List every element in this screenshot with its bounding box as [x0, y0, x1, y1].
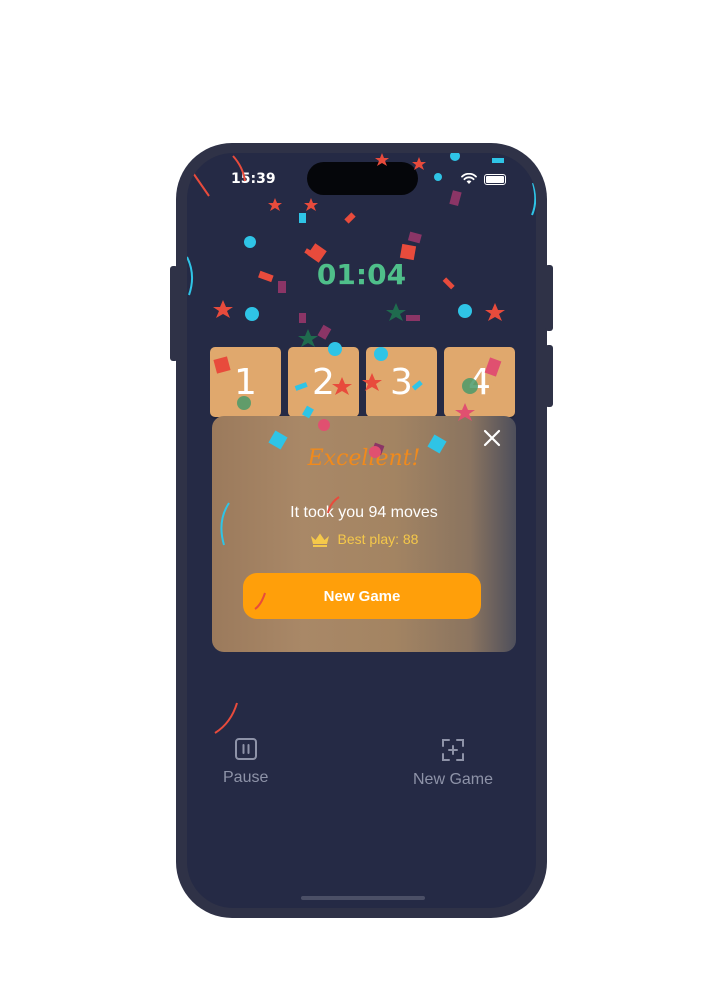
crown-icon	[310, 533, 329, 547]
battery-icon	[484, 173, 506, 185]
best-play: Best play: 88	[212, 531, 516, 547]
pause-label: Pause	[223, 769, 269, 786]
tile[interactable]: 3	[366, 347, 437, 417]
close-icon[interactable]	[482, 428, 502, 448]
tile[interactable]: 1	[210, 347, 281, 417]
action-button	[170, 266, 178, 361]
new-game-action[interactable]: New Game	[413, 737, 493, 789]
pause-action[interactable]: Pause	[223, 737, 268, 787]
volume-button	[545, 265, 553, 331]
best-play-label: Best play: 88	[337, 531, 419, 547]
new-game-label: New Game	[413, 771, 494, 788]
tile[interactable]: 2	[288, 347, 359, 417]
new-game-button[interactable]: New Game	[243, 573, 481, 619]
status-icons	[461, 173, 506, 185]
game-timer: 01:04	[316, 258, 407, 291]
status-time: 15:39	[231, 171, 276, 187]
dialog-title: Excellent!	[307, 446, 421, 471]
win-dialog: Excellent! It took you 94 moves Best pla…	[212, 416, 516, 652]
pause-icon	[234, 738, 257, 760]
dynamic-island	[307, 162, 418, 195]
wifi-icon	[461, 173, 477, 184]
power-button	[545, 345, 553, 407]
new-game-icon	[442, 739, 465, 761]
tile[interactable]: 4	[444, 347, 515, 417]
moves-message: It took you 94 moves	[290, 504, 438, 521]
home-indicator	[301, 896, 425, 900]
app-screen: 15:39 01:04 1 2 3 4 Excellent! It took y…	[187, 153, 536, 908]
